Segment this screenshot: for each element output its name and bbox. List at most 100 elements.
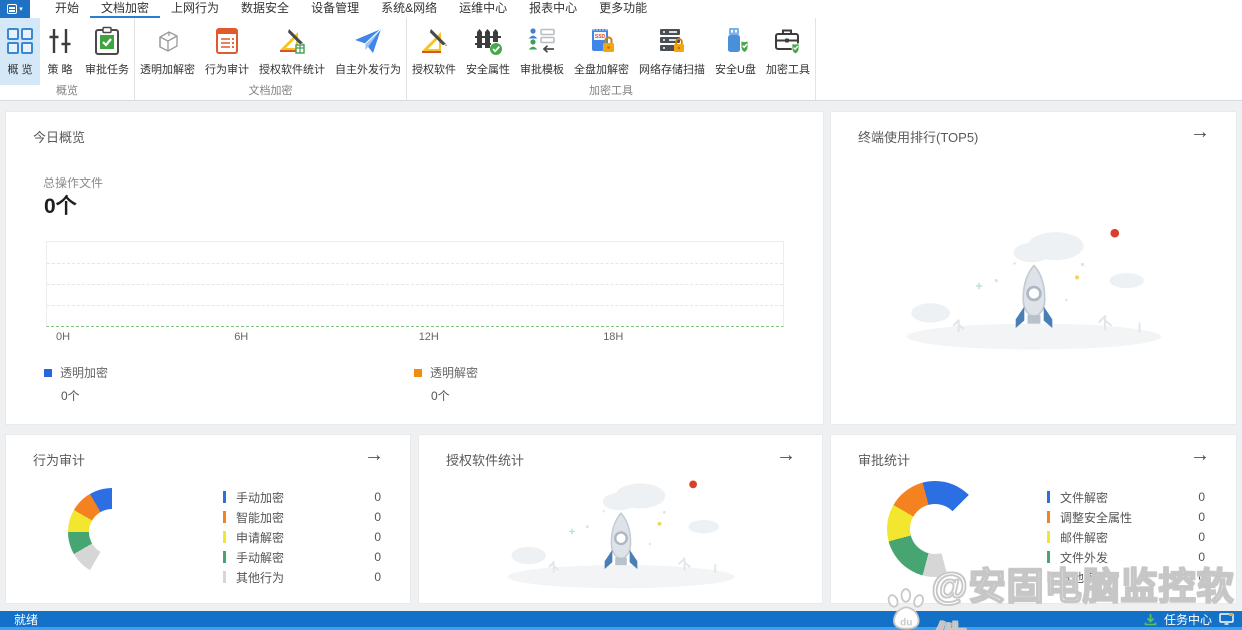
task-center-button[interactable]: 任务中心 bbox=[1144, 611, 1234, 628]
ribbon-button-label: 概 览 bbox=[7, 64, 33, 76]
ribbon-button-label: 透明加解密 bbox=[140, 64, 195, 76]
legend-color-swatch bbox=[1047, 571, 1050, 583]
legend-label: 智能加密 bbox=[236, 510, 285, 525]
ribbon-group-label: 加密工具 bbox=[588, 85, 633, 97]
legend-label: 申请解密 bbox=[236, 530, 285, 545]
ribbon-button-network-storage-scan[interactable]: 网络存储扫描 bbox=[634, 18, 710, 85]
legend-row: 其他审批 0 bbox=[1047, 567, 1205, 587]
dashboard: 今日概览 总操作文件 0个 0H 6H 12H 18H 透明加密 0个 透明解密… bbox=[0, 102, 1242, 611]
menu-tab-report-center[interactable]: 报表中心 bbox=[518, 0, 588, 18]
ribbon-button-fulldisk-encryption[interactable]: SSD 全盘加解密 bbox=[569, 18, 634, 85]
legend-row: 申请解密 0 bbox=[223, 527, 381, 547]
ribbon-button-behavior-audit[interactable]: 行为审计 bbox=[200, 18, 254, 85]
document-audit-icon bbox=[212, 23, 242, 59]
legend-color-swatch bbox=[1047, 551, 1050, 563]
menu-bar: ▾ 开始 文档加密 上网行为 数据安全 设备管理 系统&网络 运维中心 报表中心… bbox=[0, 0, 1242, 18]
ribbon-button-label: 审批任务 bbox=[85, 64, 129, 76]
legend-label: 文件外发 bbox=[1060, 550, 1109, 565]
legend-color-swatch bbox=[1047, 491, 1050, 503]
ribbon-button-security-attributes[interactable]: 安全属性 bbox=[461, 18, 515, 85]
legend-value: 0 bbox=[374, 530, 381, 544]
ribbon-group-label: 概览 bbox=[56, 85, 78, 97]
card-title: 审批统计 bbox=[858, 453, 911, 468]
card-approval-stats: 审批统计 → 文件解密 0 调整安全属性 0 邮件解密 0 文件外发 0 其他审… bbox=[830, 434, 1237, 604]
legend-label: 透明解密 bbox=[430, 366, 479, 380]
ribbon-button-label: 审批模板 bbox=[520, 64, 564, 76]
legend-row: 智能加密 0 bbox=[223, 507, 381, 527]
approval-donut-chart bbox=[887, 481, 983, 577]
legend-value: 0 bbox=[1198, 550, 1205, 564]
ribbon-button-approval-tasks[interactable]: 审批任务 bbox=[80, 18, 134, 85]
legend-label: 其他审批 bbox=[1060, 570, 1109, 585]
legend-color-swatch bbox=[1047, 511, 1050, 523]
menu-tab-ops-center[interactable]: 运维中心 bbox=[448, 0, 518, 18]
arrow-right-icon[interactable]: → bbox=[776, 443, 796, 467]
chevron-down-icon: ▾ bbox=[19, 5, 23, 13]
rocket-empty-state-illustration bbox=[894, 216, 1174, 361]
rocket-empty-state-illustration bbox=[496, 469, 746, 599]
ribbon-button-overview[interactable]: 概 览 bbox=[0, 18, 40, 85]
arrow-right-icon[interactable]: → bbox=[364, 443, 384, 467]
app-menu-button[interactable]: ▾ bbox=[0, 0, 30, 18]
ribbon-button-transparent-encryption[interactable]: 透明加解密 bbox=[135, 18, 200, 85]
legend-color-swatch bbox=[223, 571, 226, 583]
setsquare-pencil-icon bbox=[419, 23, 449, 59]
menu-tab-more[interactable]: 更多功能 bbox=[588, 0, 658, 18]
grid-icon bbox=[5, 23, 35, 59]
menu-tab-data-security[interactable]: 数据安全 bbox=[230, 0, 300, 18]
legend-color-swatch bbox=[223, 551, 226, 563]
legend-row: 手动解密 0 bbox=[223, 547, 381, 567]
menu-tab-system-network[interactable]: 系统&网络 bbox=[370, 0, 448, 18]
ribbon-button-label: 安全属性 bbox=[466, 64, 510, 76]
ribbon-button-approval-template[interactable]: 审批模板 bbox=[515, 18, 569, 85]
legend-value: 0 bbox=[374, 570, 381, 584]
ribbon-group-label: 文档加密 bbox=[248, 85, 293, 97]
legend-transparent-decrypt: 透明解密 0个 bbox=[414, 364, 634, 404]
monitor-icon[interactable] bbox=[1219, 613, 1234, 625]
card-today-overview: 今日概览 总操作文件 0个 0H 6H 12H 18H 透明加密 0个 透明解密… bbox=[5, 111, 824, 425]
card-title: 授权软件统计 bbox=[446, 453, 525, 468]
legend-label: 手动解密 bbox=[236, 550, 285, 565]
menu-tab-doc-encryption[interactable]: 文档加密 bbox=[90, 0, 161, 18]
legend-value: 0 bbox=[374, 550, 381, 564]
ribbon-button-self-outgoing[interactable]: 自主外发行为 bbox=[330, 18, 406, 85]
ribbon-group-overview: 概 览 策 略 审批任务 概览 bbox=[0, 18, 135, 100]
svg-text:SSD: SSD bbox=[594, 34, 605, 40]
people-list-icon bbox=[527, 23, 557, 59]
ribbon-button-secure-usb[interactable]: 安全U盘 bbox=[710, 18, 761, 85]
behavior-legend: 手动加密 0 智能加密 0 申请解密 0 手动解密 0 其他行为 0 bbox=[223, 487, 381, 587]
app-window: ▾ 开始 文档加密 上网行为 数据安全 设备管理 系统&网络 运维中心 报表中心… bbox=[0, 0, 1242, 630]
arrow-right-icon[interactable]: → bbox=[1190, 120, 1210, 144]
window-icon bbox=[7, 4, 18, 14]
legend-color-swatch bbox=[414, 368, 422, 377]
donut-hole bbox=[89, 509, 135, 555]
ribbon-button-policy[interactable]: 策 略 bbox=[40, 18, 80, 85]
legend-color-swatch bbox=[44, 368, 52, 377]
legend-label: 调整安全属性 bbox=[1060, 510, 1133, 525]
x-tick: 6H bbox=[234, 331, 249, 343]
menu-tab-web-behavior[interactable]: 上网行为 bbox=[160, 0, 230, 18]
menu-tab-start[interactable]: 开始 bbox=[44, 0, 90, 18]
legend-value: 0 bbox=[374, 510, 381, 524]
legend-row: 文件外发 0 bbox=[1047, 547, 1205, 567]
ribbon-button-encryption-tools[interactable]: 加密工具 bbox=[761, 18, 815, 85]
legend-value: 0 bbox=[1198, 570, 1205, 584]
menu-tab-device-mgmt[interactable]: 设备管理 bbox=[300, 0, 370, 18]
legend-transparent-encrypt: 透明加密 0个 bbox=[44, 364, 264, 404]
arrow-right-icon[interactable]: → bbox=[1190, 443, 1210, 467]
card-title: 今日概览 bbox=[33, 130, 86, 145]
legend-row: 文件解密 0 bbox=[1047, 487, 1205, 507]
card-title: 行为审计 bbox=[33, 453, 86, 468]
card-title: 终端使用排行(TOP5) bbox=[858, 130, 979, 145]
legend-color-swatch bbox=[223, 491, 226, 503]
approval-legend: 文件解密 0 调整安全属性 0 邮件解密 0 文件外发 0 其他审批 0 bbox=[1047, 487, 1205, 587]
total-files-value: 0个 bbox=[44, 195, 77, 218]
clipboard-check-icon bbox=[92, 23, 122, 59]
x-tick: 12H bbox=[418, 331, 439, 343]
card-licensed-software-stats: 授权软件统计 → bbox=[418, 434, 823, 604]
usb-shield-icon bbox=[720, 23, 750, 59]
ribbon-button-label: 全盘加解密 bbox=[574, 64, 629, 76]
briefcase-shield-icon bbox=[773, 23, 803, 59]
ribbon-button-licensed-software-stats[interactable]: 授权软件统计 bbox=[254, 18, 330, 85]
ribbon-button-licensed-software[interactable]: 授权软件 bbox=[407, 18, 461, 85]
